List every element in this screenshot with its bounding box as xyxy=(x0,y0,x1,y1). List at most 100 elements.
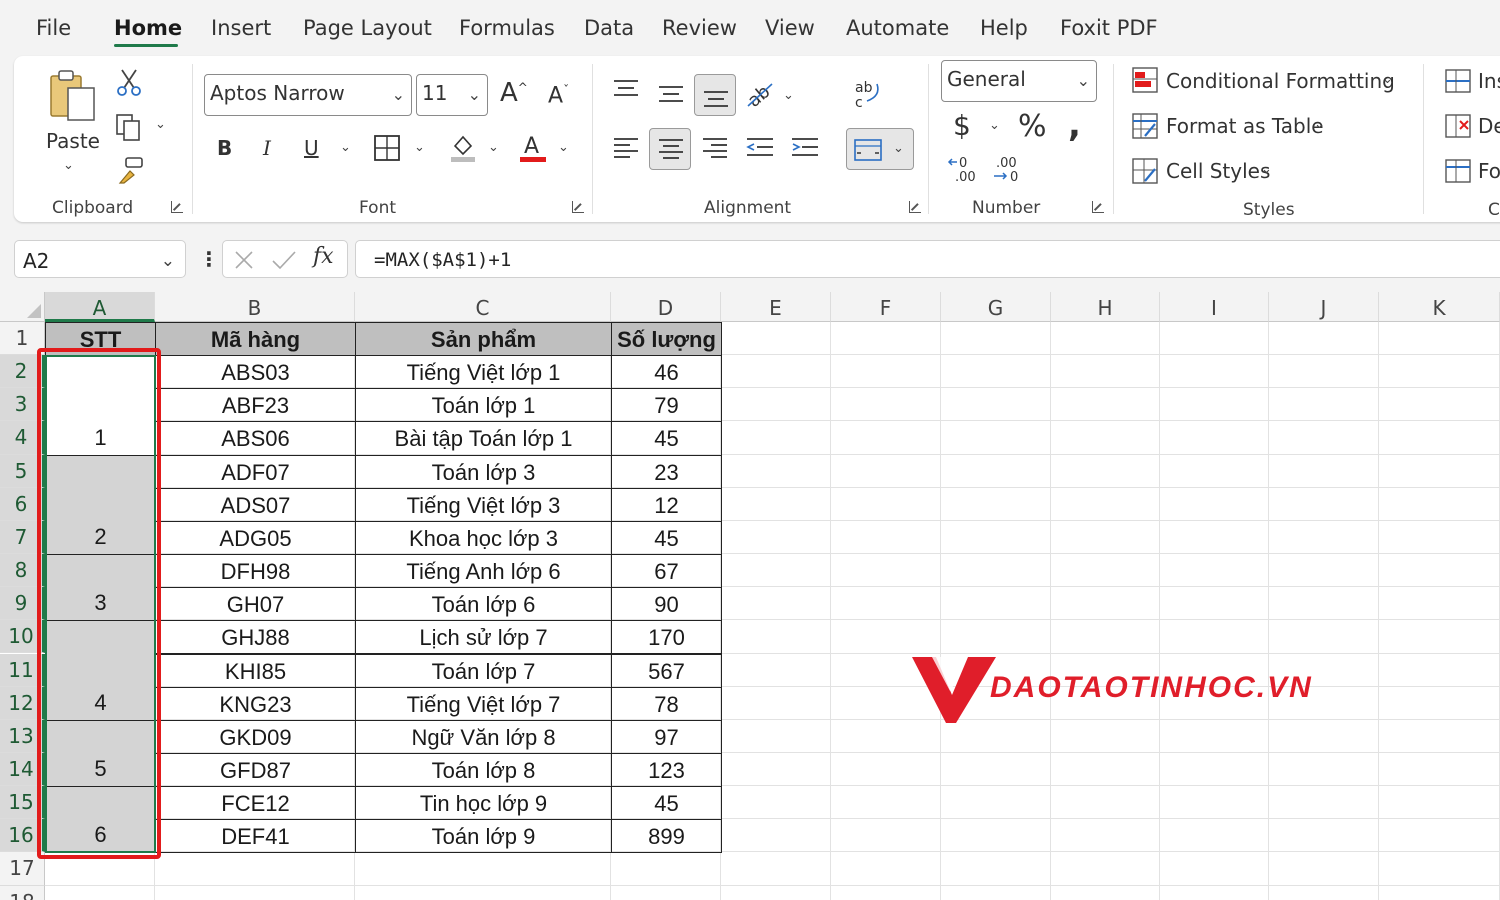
table-cell[interactable]: KHI85 xyxy=(155,653,356,688)
table-cell[interactable]: ADF07 xyxy=(155,454,356,489)
table-cell[interactable]: Tiếng Anh lớp 6 xyxy=(355,554,612,589)
tab-formulas[interactable]: Formulas xyxy=(459,16,555,40)
clipboard-launcher-icon[interactable] xyxy=(171,201,183,213)
enter-icon[interactable] xyxy=(271,249,297,271)
increase-indent-icon[interactable] xyxy=(790,136,820,162)
underline-dropdown-icon[interactable]: ⌄ xyxy=(340,140,351,155)
table-cell[interactable]: Toán lớp 7 xyxy=(355,653,612,688)
format-cells-icon[interactable] xyxy=(1444,158,1472,184)
table-cell[interactable]: 46 xyxy=(611,355,722,390)
table-cell[interactable]: FCE12 xyxy=(155,786,356,821)
table-cell[interactable]: 567 xyxy=(611,653,722,688)
increase-font-size-icon[interactable]: A^ xyxy=(500,80,528,106)
font-size-select[interactable]: 11 ⌄ xyxy=(416,74,488,116)
tab-foxit-pdf[interactable]: Foxit PDF xyxy=(1060,16,1158,40)
delete-cells-label[interactable]: De xyxy=(1478,116,1500,136)
table-cell[interactable]: Bài tập Toán lớp 1 xyxy=(355,421,612,456)
name-box[interactable]: A2 ⌄ xyxy=(14,240,186,278)
table-cell[interactable]: ABS03 xyxy=(155,355,356,390)
align-left-icon[interactable] xyxy=(612,136,640,162)
decrease-font-size-icon[interactable]: Aˇ xyxy=(548,84,569,107)
table-cell[interactable]: Toán lớp 3 xyxy=(355,454,612,489)
column-header-k[interactable]: K xyxy=(1379,292,1500,322)
table-cell[interactable]: Toán lớp 1 xyxy=(355,388,612,423)
tab-automate[interactable]: Automate xyxy=(846,16,949,40)
more-options-icon[interactable]: ⋮ xyxy=(199,249,219,269)
column-header-e[interactable]: E xyxy=(721,292,831,322)
tab-insert[interactable]: Insert xyxy=(211,16,271,40)
insert-cells-label[interactable]: Ins xyxy=(1478,71,1500,91)
wrap-text-icon[interactable]: abc xyxy=(853,78,883,110)
chevron-down-icon[interactable]: ⌄ xyxy=(63,158,74,173)
align-middle-icon[interactable] xyxy=(657,82,685,106)
tab-help[interactable]: Help xyxy=(980,16,1028,40)
align-top-icon[interactable] xyxy=(612,78,640,102)
tab-home[interactable]: Home xyxy=(114,16,182,40)
table-cell[interactable]: 45 xyxy=(611,520,722,556)
copy-icon[interactable] xyxy=(114,112,144,142)
currency-dropdown-icon[interactable]: ⌄ xyxy=(989,118,1000,133)
borders-dropdown-icon[interactable]: ⌄ xyxy=(414,140,425,155)
font-color-dropdown-icon[interactable]: ⌄ xyxy=(558,140,569,155)
align-right-icon[interactable] xyxy=(701,136,729,162)
delete-cells-icon[interactable] xyxy=(1444,113,1472,139)
table-cell[interactable]: GKD09 xyxy=(155,719,356,754)
table-cell[interactable]: Toán lớp 6 xyxy=(355,587,612,622)
font-launcher-icon[interactable] xyxy=(572,201,584,213)
column-header-d[interactable]: D xyxy=(611,292,721,322)
column-header-c[interactable]: C xyxy=(355,292,611,322)
formula-input[interactable]: =MAX($A$1)+1 xyxy=(355,240,1500,278)
table-cell[interactable]: 97 xyxy=(611,719,722,754)
table-cell[interactable]: 123 xyxy=(611,752,722,788)
font-family-select[interactable]: Aptos Narrow ⌄ xyxy=(204,74,412,116)
format-cells-label[interactable]: Fo xyxy=(1478,161,1500,181)
percent-button[interactable]: % xyxy=(1018,112,1047,142)
column-header-a[interactable]: A xyxy=(45,292,155,322)
number-format-select[interactable]: General ⌄ xyxy=(941,60,1097,102)
number-launcher-icon[interactable] xyxy=(1092,201,1104,213)
table-cell[interactable]: DEF41 xyxy=(155,819,356,854)
orientation-dropdown-icon[interactable]: ⌄ xyxy=(783,88,794,103)
copy-dropdown-icon[interactable]: ⌄ xyxy=(155,117,166,132)
tab-data[interactable]: Data xyxy=(584,16,634,40)
table-cell[interactable]: Tiếng Việt lớp 7 xyxy=(355,686,612,721)
tab-review[interactable]: Review xyxy=(662,16,737,40)
table-header-cell[interactable]: Mã hàng xyxy=(155,322,356,357)
bold-button[interactable]: B xyxy=(217,138,232,158)
table-cell[interactable]: Toán lớp 8 xyxy=(355,752,612,788)
table-cell[interactable]: 899 xyxy=(611,819,722,854)
table-header-cell[interactable]: Số lượng xyxy=(611,322,722,357)
font-color-icon[interactable]: A xyxy=(518,132,548,164)
fill-color-dropdown-icon[interactable]: ⌄ xyxy=(488,140,499,155)
table-cell[interactable]: GHJ88 xyxy=(155,620,356,655)
worksheet-grid[interactable]: ABCDEFGHIJK 123456789101112131415161718 … xyxy=(0,292,1500,900)
insert-function-icon[interactable]: fx xyxy=(313,244,334,269)
fill-color-icon[interactable] xyxy=(449,132,477,164)
table-cell[interactable]: 78 xyxy=(611,686,722,721)
table-cell[interactable]: Tin học lớp 9 xyxy=(355,786,612,821)
table-cell[interactable]: ADS07 xyxy=(155,487,356,522)
table-cell[interactable]: ABS06 xyxy=(155,421,356,456)
table-cell[interactable]: Tiếng Việt lớp 3 xyxy=(355,487,612,522)
table-cell[interactable]: 90 xyxy=(611,587,722,622)
table-cell[interactable]: DFH98 xyxy=(155,554,356,589)
increase-decimal-icon[interactable]: 0.00 xyxy=(947,154,979,184)
tab-file[interactable]: File xyxy=(36,16,71,40)
table-cell[interactable]: Lịch sử lớp 7 xyxy=(355,620,612,655)
merge-center-button[interactable]: ⌄ xyxy=(846,128,914,170)
decrease-decimal-icon[interactable]: .000 xyxy=(992,154,1024,184)
tab-page-layout[interactable]: Page Layout xyxy=(303,16,432,40)
row-header-18[interactable]: 18 xyxy=(0,885,45,900)
table-cell[interactable]: Ngữ Văn lớp 8 xyxy=(355,719,612,754)
column-header-i[interactable]: I xyxy=(1160,292,1269,322)
tab-view[interactable]: View xyxy=(765,16,815,40)
table-cell[interactable]: 79 xyxy=(611,388,722,423)
format-painter-icon[interactable] xyxy=(116,155,146,185)
table-cell[interactable]: ADG05 xyxy=(155,520,356,556)
currency-button[interactable]: $ xyxy=(953,112,971,140)
decrease-indent-icon[interactable] xyxy=(745,136,775,162)
table-header-cell[interactable]: Sản phẩm xyxy=(355,322,612,357)
underline-button[interactable]: U xyxy=(304,138,319,158)
align-bottom-button[interactable] xyxy=(694,74,736,116)
orientation-icon[interactable]: ab xyxy=(744,78,776,108)
